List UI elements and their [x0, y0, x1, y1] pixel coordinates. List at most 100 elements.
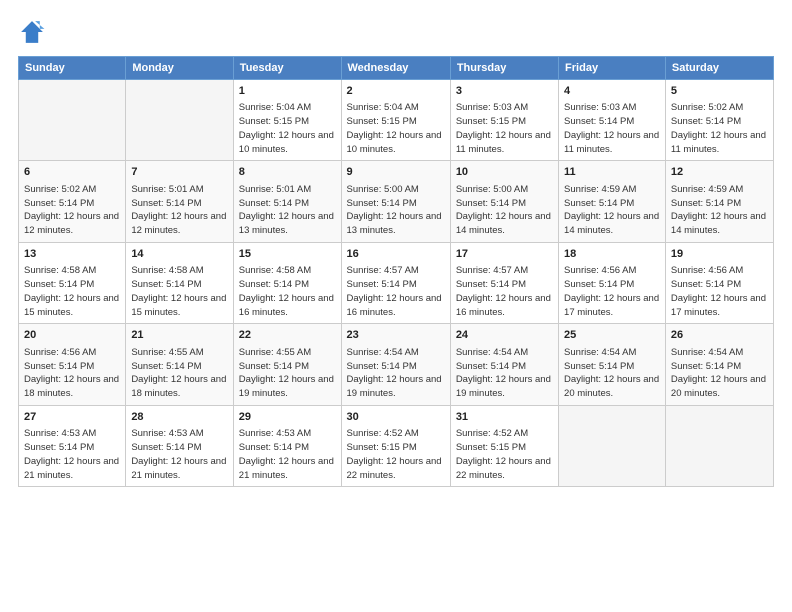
day-number: 17	[456, 247, 553, 262]
day-cell: 3 Sunrise: 5:03 AM Sunset: 5:15 PM Daylig…	[450, 80, 558, 161]
day-number: 31	[456, 410, 553, 425]
day-cell: 6 Sunrise: 5:02 AM Sunset: 5:14 PM Daylig…	[19, 161, 126, 242]
day-number: 18	[564, 247, 660, 262]
day-number: 24	[456, 328, 553, 343]
day-cell: 15 Sunrise: 4:58 AM Sunset: 5:14 PM Dayli…	[233, 242, 341, 323]
day-number: 16	[347, 247, 445, 262]
logo-icon	[18, 18, 46, 46]
day-cell: 1 Sunrise: 5:04 AM Sunset: 5:15 PM Daylig…	[233, 80, 341, 161]
day-info: Sunrise: 5:00 AM Sunset: 5:14 PM Dayligh…	[347, 183, 445, 238]
day-cell: 13Sunrise: 4:58 AM Sunset: 5:14 PM Dayli…	[19, 242, 126, 323]
day-info: Sunrise: 4:58 AM Sunset: 5:14 PM Dayligh…	[239, 264, 336, 319]
day-cell: 5Sunrise: 5:02 AM Sunset: 5:14 PM Daylig…	[665, 80, 773, 161]
day-info: Sunrise: 5:02 AM Sunset: 5:14 PM Dayligh…	[24, 183, 120, 238]
day-cell: 22 Sunrise: 4:55 AM Sunset: 5:14 PM Dayli…	[233, 324, 341, 405]
day-info: Sunrise: 4:58 AM Sunset: 5:14 PM Dayligh…	[131, 264, 227, 319]
day-info: Sunrise: 5:01 AM Sunset: 5:14 PM Dayligh…	[131, 183, 227, 238]
header	[18, 18, 774, 46]
day-info: Sunrise: 4:52 AM Sunset: 5:15 PM Dayligh…	[456, 427, 553, 482]
day-number: 20	[24, 328, 120, 343]
day-cell: 23 Sunrise: 4:54 AM Sunset: 5:14 PM Dayli…	[341, 324, 450, 405]
column-header-tuesday: Tuesday	[233, 57, 341, 80]
week-row-0: 1 Sunrise: 5:04 AM Sunset: 5:15 PM Daylig…	[19, 80, 774, 161]
day-info: Sunrise: 4:59 AM Sunset: 5:14 PM Dayligh…	[671, 183, 768, 238]
day-number: 22	[239, 328, 336, 343]
day-cell: 17 Sunrise: 4:57 AM Sunset: 5:14 PM Dayli…	[450, 242, 558, 323]
day-cell: 19 Sunrise: 4:56 AM Sunset: 5:14 PM Dayli…	[665, 242, 773, 323]
day-info: Sunrise: 5:04 AM Sunset: 5:15 PM Dayligh…	[347, 101, 445, 156]
day-info: Sunrise: 4:56 AM Sunset: 5:14 PM Dayligh…	[671, 264, 768, 319]
day-number: 28	[131, 410, 227, 425]
day-cell: 7 Sunrise: 5:01 AM Sunset: 5:14 PM Daylig…	[126, 161, 233, 242]
day-number: 3	[456, 84, 553, 99]
day-info: Sunrise: 4:54 AM Sunset: 5:14 PM Dayligh…	[347, 346, 445, 401]
day-number: 6	[24, 165, 120, 180]
day-cell: 16 Sunrise: 4:57 AM Sunset: 5:14 PM Dayli…	[341, 242, 450, 323]
day-cell	[19, 80, 126, 161]
day-info: Sunrise: 4:54 AM Sunset: 5:14 PM Dayligh…	[564, 346, 660, 401]
week-row-1: 6 Sunrise: 5:02 AM Sunset: 5:14 PM Daylig…	[19, 161, 774, 242]
day-cell: 11Sunrise: 4:59 AM Sunset: 5:14 PM Dayli…	[559, 161, 666, 242]
day-info: Sunrise: 4:53 AM Sunset: 5:14 PM Dayligh…	[24, 427, 120, 482]
day-cell: 24Sunrise: 4:54 AM Sunset: 5:14 PM Dayli…	[450, 324, 558, 405]
day-info: Sunrise: 5:00 AM Sunset: 5:14 PM Dayligh…	[456, 183, 553, 238]
calendar-header-row: SundayMondayTuesdayWednesdayThursdayFrid…	[19, 57, 774, 80]
day-info: Sunrise: 5:03 AM Sunset: 5:15 PM Dayligh…	[456, 101, 553, 156]
day-cell: 30Sunrise: 4:52 AM Sunset: 5:15 PM Dayli…	[341, 405, 450, 486]
day-cell: 26 Sunrise: 4:54 AM Sunset: 5:14 PM Dayli…	[665, 324, 773, 405]
column-header-thursday: Thursday	[450, 57, 558, 80]
day-info: Sunrise: 4:54 AM Sunset: 5:14 PM Dayligh…	[671, 346, 768, 401]
day-cell	[665, 405, 773, 486]
day-info: Sunrise: 4:56 AM Sunset: 5:14 PM Dayligh…	[564, 264, 660, 319]
day-cell: 2Sunrise: 5:04 AM Sunset: 5:15 PM Daylig…	[341, 80, 450, 161]
day-number: 15	[239, 247, 336, 262]
day-number: 12	[671, 165, 768, 180]
day-number: 5	[671, 84, 768, 99]
day-number: 4	[564, 84, 660, 99]
day-number: 1	[239, 84, 336, 99]
day-info: Sunrise: 4:53 AM Sunset: 5:14 PM Dayligh…	[131, 427, 227, 482]
day-number: 19	[671, 247, 768, 262]
page: SundayMondayTuesdayWednesdayThursdayFrid…	[0, 0, 792, 612]
column-header-saturday: Saturday	[665, 57, 773, 80]
day-cell: 25 Sunrise: 4:54 AM Sunset: 5:14 PM Dayli…	[559, 324, 666, 405]
day-number: 26	[671, 328, 768, 343]
day-number: 14	[131, 247, 227, 262]
column-header-monday: Monday	[126, 57, 233, 80]
column-header-friday: Friday	[559, 57, 666, 80]
day-cell	[559, 405, 666, 486]
day-info: Sunrise: 5:04 AM Sunset: 5:15 PM Dayligh…	[239, 101, 336, 156]
day-cell: 8 Sunrise: 5:01 AM Sunset: 5:14 PM Daylig…	[233, 161, 341, 242]
column-header-sunday: Sunday	[19, 57, 126, 80]
day-number: 23	[347, 328, 445, 343]
day-info: Sunrise: 4:52 AM Sunset: 5:15 PM Dayligh…	[347, 427, 445, 482]
day-number: 8	[239, 165, 336, 180]
logo	[18, 18, 50, 46]
day-number: 7	[131, 165, 227, 180]
calendar: SundayMondayTuesdayWednesdayThursdayFrid…	[18, 56, 774, 487]
day-cell: 9 Sunrise: 5:00 AM Sunset: 5:14 PM Daylig…	[341, 161, 450, 242]
week-row-4: 27 Sunrise: 4:53 AM Sunset: 5:14 PM Dayli…	[19, 405, 774, 486]
day-info: Sunrise: 4:57 AM Sunset: 5:14 PM Dayligh…	[456, 264, 553, 319]
day-number: 29	[239, 410, 336, 425]
day-info: Sunrise: 4:53 AM Sunset: 5:14 PM Dayligh…	[239, 427, 336, 482]
day-cell: 4Sunrise: 5:03 AM Sunset: 5:14 PM Daylig…	[559, 80, 666, 161]
day-number: 27	[24, 410, 120, 425]
day-number: 21	[131, 328, 227, 343]
day-number: 9	[347, 165, 445, 180]
day-cell: 10Sunrise: 5:00 AM Sunset: 5:14 PM Dayli…	[450, 161, 558, 242]
day-number: 13	[24, 247, 120, 262]
day-number: 11	[564, 165, 660, 180]
day-info: Sunrise: 5:01 AM Sunset: 5:14 PM Dayligh…	[239, 183, 336, 238]
day-cell: 12 Sunrise: 4:59 AM Sunset: 5:14 PM Dayli…	[665, 161, 773, 242]
day-info: Sunrise: 4:57 AM Sunset: 5:14 PM Dayligh…	[347, 264, 445, 319]
day-number: 25	[564, 328, 660, 343]
day-info: Sunrise: 4:55 AM Sunset: 5:14 PM Dayligh…	[239, 346, 336, 401]
day-cell	[126, 80, 233, 161]
day-cell: 20 Sunrise: 4:56 AM Sunset: 5:14 PM Dayli…	[19, 324, 126, 405]
day-info: Sunrise: 4:55 AM Sunset: 5:14 PM Dayligh…	[131, 346, 227, 401]
day-cell: 31 Sunrise: 4:52 AM Sunset: 5:15 PM Dayli…	[450, 405, 558, 486]
day-info: Sunrise: 4:56 AM Sunset: 5:14 PM Dayligh…	[24, 346, 120, 401]
day-cell: 14 Sunrise: 4:58 AM Sunset: 5:14 PM Dayli…	[126, 242, 233, 323]
day-cell: 28 Sunrise: 4:53 AM Sunset: 5:14 PM Dayli…	[126, 405, 233, 486]
